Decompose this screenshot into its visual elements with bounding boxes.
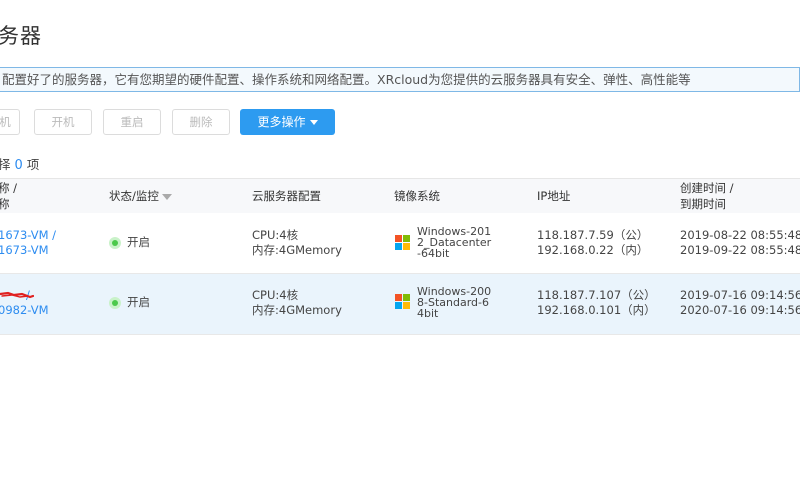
time-cell: 2019-07-16 09:14:56 2020-07-16 09:14:56 xyxy=(680,288,800,318)
header-status-label: 状态/监控 xyxy=(109,189,159,203)
restart-button[interactable]: 重启 xyxy=(103,109,161,135)
selection-count: 择0项 xyxy=(0,154,39,173)
image-line3: 4bit xyxy=(417,307,439,320)
stop-button[interactable]: 机 xyxy=(0,109,20,135)
ip-cell: 118.187.7.59（公） 192.168.0.22（内） xyxy=(537,228,648,258)
config-cell: CPU:4核 内存:4GMemory xyxy=(252,228,342,258)
header-image: 镜像系统 xyxy=(394,189,440,203)
header-config: 云服务器配置 xyxy=(252,189,321,203)
config-cell: CPU:4核 内存:4GMemory xyxy=(252,288,342,318)
config-cpu: CPU:4核 xyxy=(252,228,299,242)
status-cell: 开启 xyxy=(109,295,150,310)
selection-number: 0 xyxy=(14,158,23,173)
time-cell: 2019-08-22 08:55:48 2019-09-22 08:55:48 xyxy=(680,228,800,258)
delete-button[interactable]: 删除 xyxy=(172,109,230,135)
ip-public: 118.187.7.107（公） xyxy=(537,288,656,302)
status-on-icon xyxy=(109,296,121,309)
windows-icon xyxy=(395,235,411,251)
more-actions-label: 更多操作 xyxy=(257,115,306,129)
ip-public: 118.187.7.59（公） xyxy=(537,228,649,242)
header-status[interactable]: 状态/监控 xyxy=(109,188,172,204)
image-line3: -64bit xyxy=(417,247,450,260)
header-time[interactable]: 创建时间 / 到期时间 xyxy=(680,180,734,212)
status-cell: 开启 xyxy=(109,235,150,250)
server-name-line2[interactable]: 0982-VM xyxy=(0,303,49,318)
config-memory: 内存:4GMemory xyxy=(252,243,342,257)
header-name-line1: 称 / xyxy=(0,181,18,195)
status-on-icon xyxy=(109,236,121,249)
image-cell: Windows-201 2_Datacenter -64bit xyxy=(417,226,491,259)
info-notice: 配置好了的服务器，它有您期望的硬件配置、操作系统和网络配置。XRcloud为您提… xyxy=(0,67,800,92)
ip-cell: 118.187.7.107（公） 192.168.0.101（内） xyxy=(537,288,656,318)
header-time-line2: 到期时间 xyxy=(680,197,726,211)
config-cpu: CPU:4核 xyxy=(252,288,299,302)
redaction-scribble xyxy=(0,291,34,299)
start-button[interactable]: 开机 xyxy=(34,109,92,135)
created-time: 2019-08-22 08:55:48 xyxy=(680,228,800,242)
table-row[interactable]: 1673-VM / 1673-VM 开启 CPU:4核 内存:4GMemory … xyxy=(0,213,800,274)
table-row[interactable]: / 0982-VM 开启 CPU:4核 内存:4GMemory Windows-… xyxy=(0,274,800,335)
server-name[interactable]: 1673-VM / 1673-VM xyxy=(0,228,56,258)
server-name-line1[interactable]: 1673-VM / xyxy=(0,228,56,243)
more-actions-button[interactable]: 更多操作 xyxy=(240,109,335,135)
table-header: 称 / 称 状态/监控 云服务器配置 镜像系统 IP地址 创建时间 / 到期时间 xyxy=(0,178,800,214)
status-label: 开启 xyxy=(127,295,150,309)
page-title: 务器 xyxy=(0,24,42,48)
ip-private: 192.168.0.101（内） xyxy=(537,303,656,317)
server-name-line2[interactable]: 1673-VM xyxy=(0,243,56,258)
header-name[interactable]: 称 / 称 xyxy=(0,180,17,212)
config-memory: 内存:4GMemory xyxy=(252,303,342,317)
selection-suffix: 项 xyxy=(26,157,40,172)
created-time: 2019-07-16 09:14:56 xyxy=(680,288,800,302)
header-name-line2: 称 xyxy=(0,197,10,211)
caret-down-icon xyxy=(309,120,318,125)
ip-private: 192.168.0.22（内） xyxy=(537,243,649,257)
windows-icon xyxy=(395,294,411,310)
status-label: 开启 xyxy=(127,235,150,249)
image-cell: Windows-200 8-Standard-6 4bit xyxy=(417,286,491,319)
selection-prefix: 择 xyxy=(0,157,11,172)
expire-time: 2020-07-16 09:14:56 xyxy=(680,303,800,317)
header-ip: IP地址 xyxy=(537,189,571,203)
expire-time: 2019-09-22 08:55:48 xyxy=(680,243,800,257)
filter-icon[interactable] xyxy=(161,193,172,200)
header-time-line1: 创建时间 / xyxy=(680,181,734,195)
